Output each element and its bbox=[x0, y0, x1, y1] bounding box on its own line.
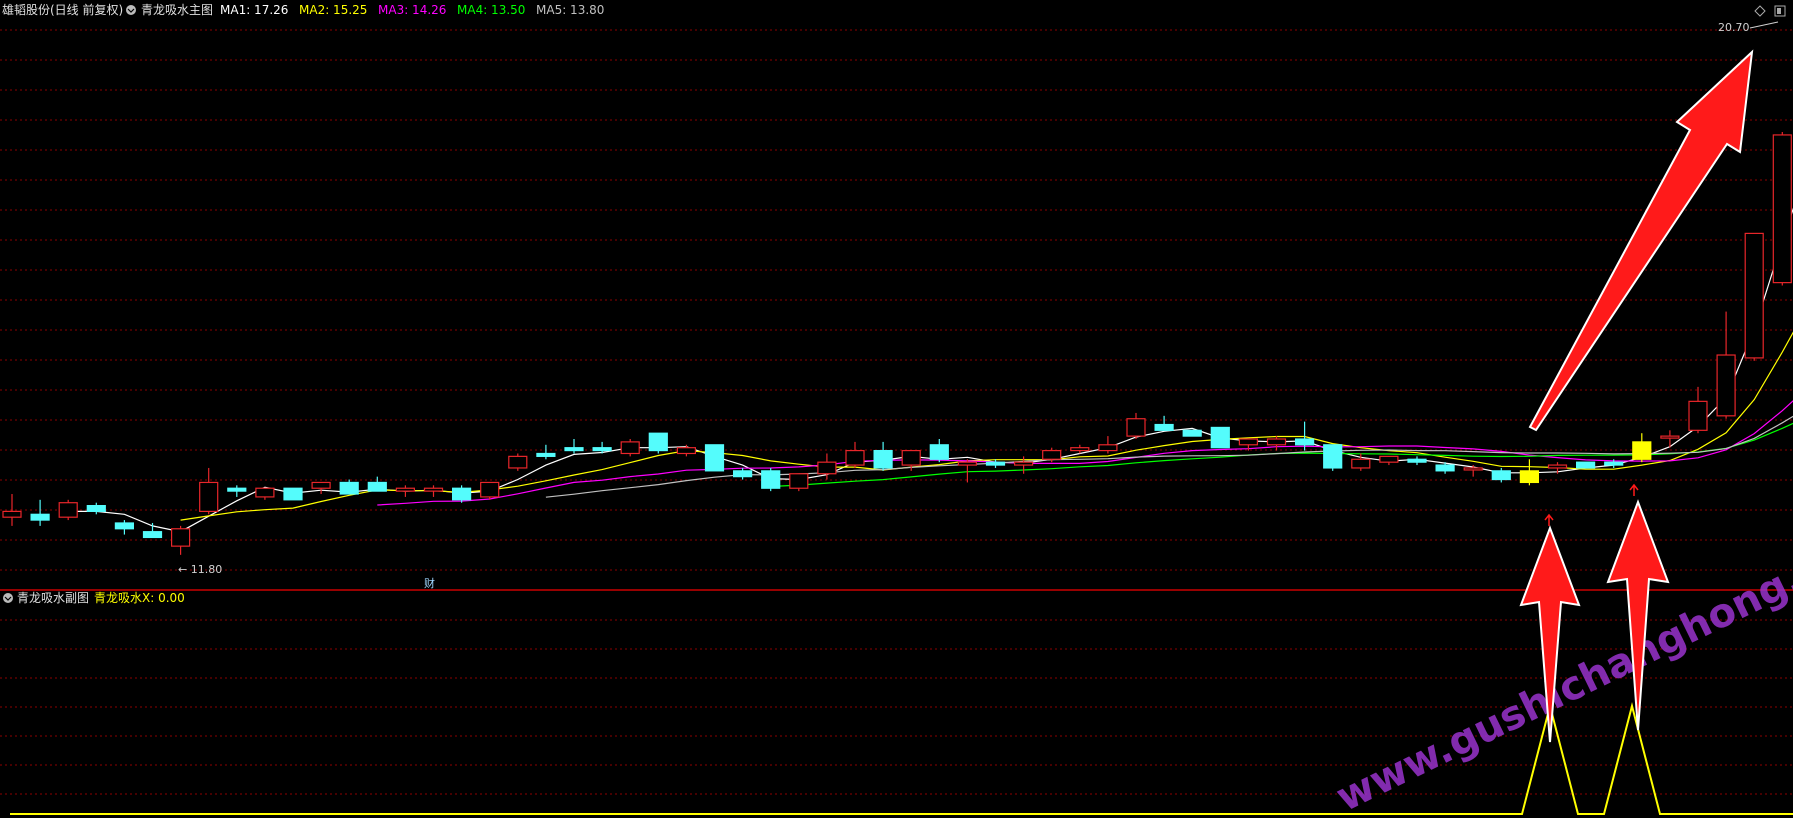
candle bbox=[114, 520, 135, 535]
sub-collapse-icon[interactable] bbox=[3, 593, 13, 603]
candle bbox=[30, 499, 50, 526]
ma3-line bbox=[377, 400, 1793, 506]
candle bbox=[1182, 429, 1202, 437]
candle bbox=[789, 473, 809, 492]
candle bbox=[957, 459, 978, 483]
candle bbox=[480, 481, 500, 500]
candle bbox=[732, 467, 753, 480]
ma-label-group: MA1: 17.26 MA2: 15.25 MA3: 14.26 MA4: 13.50… bbox=[220, 3, 604, 17]
candlestick-series bbox=[2, 132, 1792, 555]
candle bbox=[339, 479, 359, 495]
candle bbox=[620, 439, 640, 457]
sub-indicator-value: 青龙吸水X: 0.00 bbox=[94, 591, 185, 605]
candle bbox=[508, 453, 528, 471]
candle bbox=[255, 487, 275, 500]
candle bbox=[648, 432, 668, 454]
sub-indicator-name: 青龙吸水副图 bbox=[17, 591, 89, 605]
stock-title: 雄韬股份(日线 前复权) bbox=[2, 2, 123, 17]
candle bbox=[1098, 436, 1118, 454]
up-arrow-right bbox=[1606, 499, 1670, 731]
main-header: 雄韬股份(日线 前复权) 青龙吸水主图 MA1: 17.26 MA2: 15.25… bbox=[2, 2, 604, 17]
candle bbox=[395, 485, 415, 497]
candle bbox=[1688, 386, 1708, 434]
low-price-label: ← 11.80 bbox=[178, 563, 222, 576]
sub-header: 青龙吸水副图 青龙吸水X: 0.00 bbox=[3, 591, 185, 605]
candle bbox=[1407, 456, 1427, 466]
main-indicator-name: 青龙吸水主图 bbox=[141, 3, 213, 17]
ma2-line bbox=[180, 331, 1793, 521]
candle bbox=[199, 467, 219, 515]
candle bbox=[1660, 430, 1680, 448]
ma-label-4: MA4: 13.50 bbox=[457, 3, 525, 17]
candle bbox=[1013, 456, 1034, 474]
ma-label-2: MA2: 15.25 bbox=[299, 3, 367, 17]
candle bbox=[1154, 415, 1174, 431]
candle bbox=[1772, 132, 1792, 286]
candle bbox=[1379, 455, 1399, 466]
candle bbox=[1463, 465, 1483, 477]
candle bbox=[311, 481, 331, 495]
candle bbox=[142, 522, 163, 539]
candle bbox=[423, 485, 444, 497]
ma-label-5: MA5: 13.80 bbox=[536, 3, 604, 17]
candle bbox=[227, 485, 247, 497]
candle bbox=[452, 485, 472, 503]
candle bbox=[929, 439, 949, 463]
candle bbox=[283, 487, 303, 501]
candle bbox=[58, 499, 78, 521]
candle bbox=[1266, 436, 1287, 451]
candle bbox=[367, 476, 387, 492]
arrow-up-icon-1 bbox=[1544, 513, 1554, 526]
arrow-up-icon-2 bbox=[1629, 483, 1639, 496]
diamond-icon[interactable] bbox=[1754, 5, 1766, 17]
finance-marker[interactable]: 财 bbox=[424, 576, 435, 590]
candle bbox=[1126, 412, 1146, 439]
candle bbox=[845, 441, 865, 468]
candle bbox=[704, 444, 725, 472]
candle bbox=[761, 467, 781, 492]
candle bbox=[564, 439, 584, 454]
chart-canvas: 雄韬股份(日线 前复权) 青龙吸水主图 MA1: 17.26 MA2: 15.25… bbox=[0, 2, 1793, 818]
candle bbox=[536, 444, 556, 460]
candle bbox=[873, 441, 893, 471]
candle bbox=[1519, 459, 1540, 486]
ma-label-1: MA1: 17.26 bbox=[220, 3, 288, 17]
candle bbox=[171, 525, 191, 555]
candle bbox=[1323, 444, 1343, 471]
collapse-icon[interactable] bbox=[126, 5, 136, 15]
high-price-pointer bbox=[1749, 21, 1779, 29]
candle bbox=[1716, 311, 1736, 419]
top-right-controls bbox=[1754, 5, 1786, 17]
high-price-label: 20.70 bbox=[1718, 21, 1750, 34]
candle bbox=[1744, 232, 1764, 361]
candle bbox=[1575, 461, 1596, 469]
candle bbox=[1210, 426, 1230, 449]
ma-label-3: MA3: 14.26 bbox=[378, 3, 446, 17]
candle bbox=[1632, 433, 1652, 463]
svg-text:财: 财 bbox=[424, 576, 435, 590]
